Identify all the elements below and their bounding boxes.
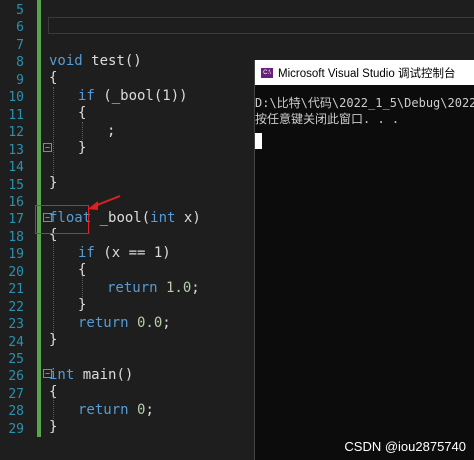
code-line-22: } <box>78 297 87 313</box>
console-line-prompt: 按任意键关闭此窗口. . . <box>255 112 400 126</box>
annotation-highlight-box <box>35 205 89 234</box>
line-number: 28 <box>8 404 24 420</box>
line-number: 24 <box>8 334 24 350</box>
code-line-8: void test() <box>49 53 142 69</box>
code-line-27: { <box>49 384 58 400</box>
line-number: 8 <box>16 55 24 71</box>
code-line-15: } <box>49 175 58 191</box>
line-number: 11 <box>8 107 24 123</box>
line-number: 12 <box>8 125 24 141</box>
line-number: 14 <box>8 160 24 176</box>
line-number: 13 <box>8 142 24 158</box>
line-number: 29 <box>8 421 24 437</box>
fold-toggle-icon[interactable]: − <box>43 143 52 152</box>
watermark: CSDN @iou2875740 <box>344 439 466 454</box>
console-output: D:\比特\代码\2022_1_5\Debug\2022_1_5 按任意键关闭此… <box>255 85 474 149</box>
line-number-gutter: 5 6 7 8 9 10 11 12 13 14 15 16 17 18 19 20 21 22 23 24 25 26 2… <box>0 0 26 460</box>
indent-guide <box>53 87 54 187</box>
line-number: 9 <box>16 72 24 88</box>
console-cursor <box>255 133 262 149</box>
vs-console-icon: C:\ <box>261 67 273 78</box>
debug-console-window[interactable]: C:\ Microsoft Visual Studio 调试控制台 D:\比特\… <box>254 60 474 460</box>
code-line-20: { <box>78 262 87 278</box>
code-line-28: return 0; <box>78 402 154 418</box>
code-line-12: ; <box>107 123 116 139</box>
line-number: 25 <box>8 352 24 367</box>
indent-guide <box>53 240 54 340</box>
console-title-bar[interactable]: C:\ Microsoft Visual Studio 调试控制台 <box>255 60 474 85</box>
code-line-21: return 1.0; <box>107 280 200 296</box>
line-number: 21 <box>8 282 24 298</box>
line-number: 18 <box>8 229 24 245</box>
console-line-path: D:\比特\代码\2022_1_5\Debug\2022_1_5 <box>255 96 474 110</box>
code-line-13: } <box>78 140 87 156</box>
line-number: 17 <box>8 212 24 228</box>
annotation-arrow-icon <box>88 195 121 210</box>
line-number: 23 <box>8 317 24 333</box>
line-number: 26 <box>8 369 24 385</box>
code-line-10: if (_bool(1)) <box>78 88 188 104</box>
line-number: 6 <box>16 20 24 36</box>
line-number: 16 <box>8 194 24 210</box>
code-line-26: int main() <box>49 367 134 383</box>
code-line-24: } <box>49 332 58 348</box>
line-number: 15 <box>8 177 24 193</box>
code-line-9: { <box>49 70 58 86</box>
code-line-23: return 0.0; <box>78 315 171 331</box>
line-number: 27 <box>8 386 24 402</box>
line-number: 7 <box>16 37 24 53</box>
console-title: Microsoft Visual Studio 调试控制台 <box>278 67 456 80</box>
code-line-11: { <box>78 105 87 121</box>
line-number: 19 <box>8 247 24 263</box>
code-line-29: } <box>49 419 58 435</box>
line-number: 10 <box>8 90 24 106</box>
line-number: 20 <box>8 264 24 280</box>
code-line-19: if (x == 1) <box>78 245 171 261</box>
line-number: 22 <box>8 299 24 315</box>
line-number: 5 <box>16 3 24 18</box>
